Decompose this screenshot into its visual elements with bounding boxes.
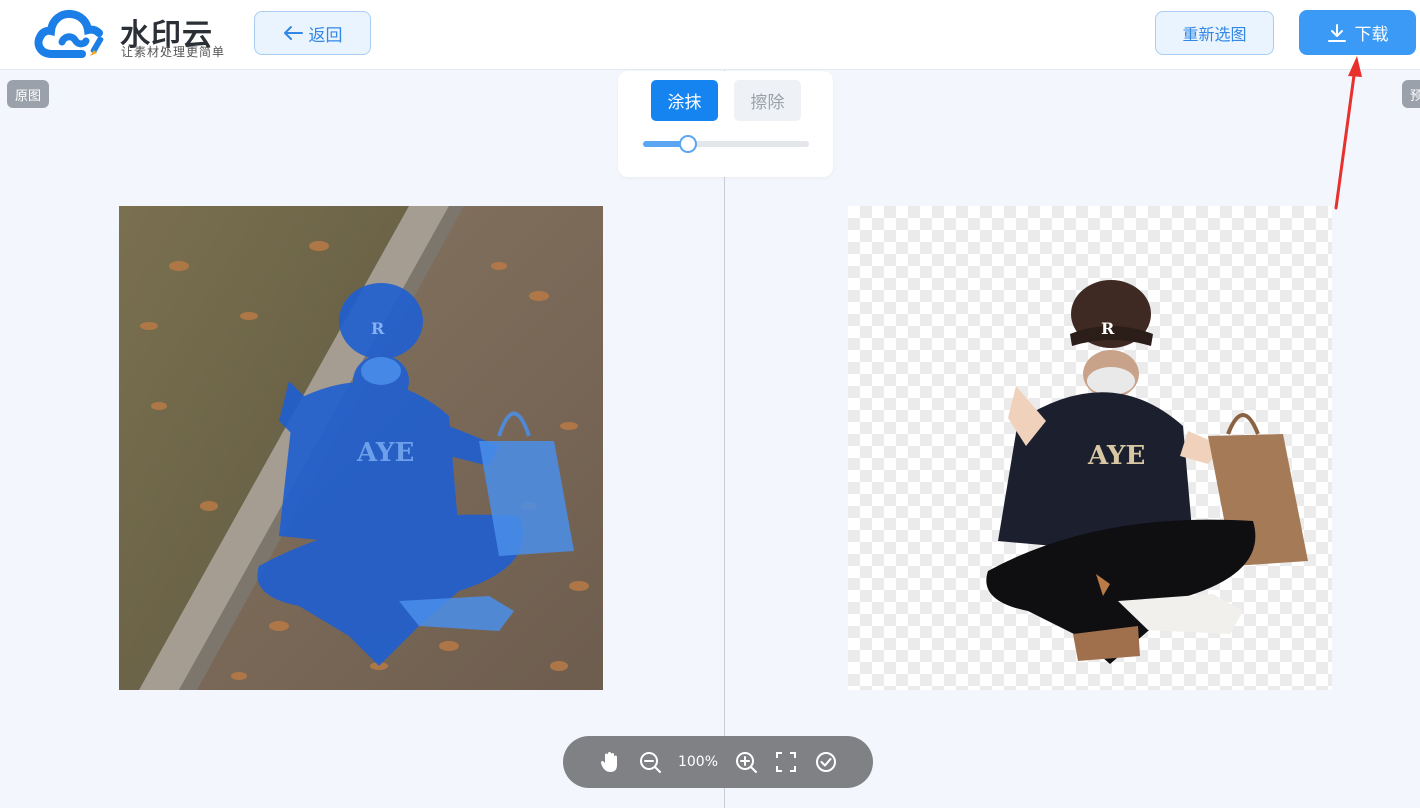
compare-divider [724,70,725,808]
erase-tool-button[interactable]: 擦除 [734,80,801,121]
annotation-arrow [1334,56,1362,210]
reselect-button-label: 重新选图 [1182,25,1247,44]
svg-text:R: R [371,319,385,338]
result-image[interactable]: R AYE [848,206,1332,690]
download-icon [1327,23,1346,42]
back-button-label: 返回 [308,25,343,46]
fullscreen-icon[interactable] [774,750,798,774]
top-header: 水印云 让素材处理更简单 返回 重新选图 下载 [0,0,1420,70]
zoom-toolbar: 100% [563,736,873,788]
hand-icon[interactable] [598,750,622,774]
original-image[interactable]: R AYE [119,206,603,690]
svg-text:AYE: AYE [1087,441,1145,471]
cutout-person-illustration: R AYE [986,280,1308,664]
brush-size-slider-thumb[interactable] [678,135,697,153]
original-image-tag: 原图 [7,80,49,108]
svg-text:AYE: AYE [356,438,414,468]
download-button[interactable]: 下载 [1299,10,1416,55]
download-button-label: 下载 [1354,25,1389,45]
preview-image-tag: 预 [1402,80,1420,108]
zoom-in-icon[interactable] [734,750,758,774]
check-circle-icon[interactable] [814,750,838,774]
original-photo-illustration: R AYE [119,206,603,690]
zoom-out-icon[interactable] [638,750,662,774]
svg-text:R: R [1101,319,1115,338]
zoom-level: 100% [677,754,719,770]
brand-logo[interactable]: 水印云 让素材处理更简单 [34,6,234,62]
brush-tool-panel: 涂抹 擦除 [618,71,833,177]
paint-tool-button[interactable]: 涂抹 [651,80,718,121]
back-button[interactable]: 返回 [254,11,371,55]
cloud-logo-icon [34,9,104,58]
arrow-left-icon [283,26,303,40]
reselect-image-button[interactable]: 重新选图 [1155,11,1274,55]
brush-size-slider[interactable] [643,135,809,153]
brand-slogan: 让素材处理更简单 [121,45,226,59]
